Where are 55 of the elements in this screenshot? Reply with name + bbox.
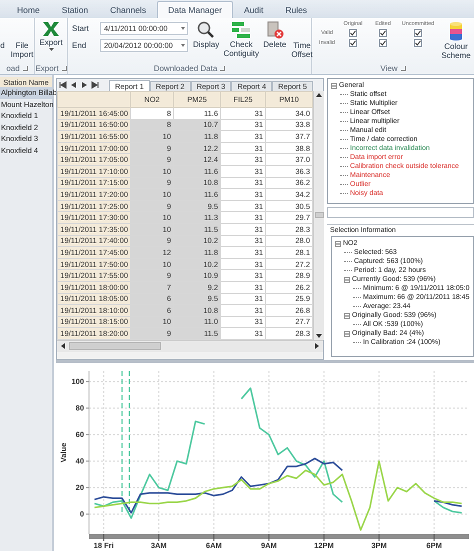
ribbon-button[interactable]: File Import xyxy=(11,21,33,59)
ribbon-tab[interactable]: Audit xyxy=(232,1,274,18)
ribbon-tab[interactable]: Station xyxy=(50,1,100,18)
expander-icon[interactable] xyxy=(335,240,341,246)
bars-icon xyxy=(231,21,252,39)
group-label: Export xyxy=(35,64,59,73)
ribbon-button[interactable]: d xyxy=(0,21,5,50)
group-label: Downloaded Data xyxy=(154,64,218,73)
group-label: View xyxy=(380,64,398,73)
expander-icon[interactable] xyxy=(220,66,226,71)
magnifier-icon xyxy=(197,21,216,39)
expander-icon[interactable] xyxy=(344,312,350,318)
ribbon-button[interactable]: Delete xyxy=(263,21,286,49)
scroll-down-icon[interactable] xyxy=(315,332,323,340)
ribbon-tab[interactable]: Rules xyxy=(274,1,318,18)
checkbox[interactable] xyxy=(349,39,357,47)
field-label: End xyxy=(72,41,88,50)
ribbon-tab[interactable]: Home xyxy=(6,1,51,18)
scroll-thumb[interactable] xyxy=(314,212,324,218)
expander-icon[interactable] xyxy=(62,66,67,71)
scrollbar[interactable] xyxy=(313,91,324,340)
ribbon-button[interactable]: Time Offset xyxy=(291,21,313,59)
spreadsheet-icon xyxy=(42,21,60,37)
ribbon-tab[interactable]: Channels xyxy=(99,1,158,18)
checkbox[interactable] xyxy=(379,29,387,37)
scroll-thumb[interactable] xyxy=(69,342,161,350)
scrollbar[interactable] xyxy=(57,340,323,352)
color-stack-icon xyxy=(448,21,464,41)
checkbox[interactable] xyxy=(349,29,357,37)
filter-field[interactable] xyxy=(327,207,474,218)
expander-icon[interactable] xyxy=(331,82,337,88)
checkbox[interactable] xyxy=(414,39,422,47)
expander-icon[interactable] xyxy=(400,66,406,71)
next-icon[interactable] xyxy=(80,81,89,89)
previous-icon[interactable] xyxy=(69,81,78,89)
scroll-left-icon[interactable] xyxy=(59,342,67,350)
ribbon-button[interactable]: Colour Scheme xyxy=(441,21,471,60)
expander-icon[interactable] xyxy=(344,330,350,336)
ribbon-button[interactable]: Check Contiguity xyxy=(224,21,258,58)
checkbox[interactable] xyxy=(379,39,387,47)
last-icon[interactable] xyxy=(91,81,100,89)
expander-icon[interactable] xyxy=(344,276,350,282)
checkbox[interactable] xyxy=(414,29,422,37)
caret-icon[interactable] xyxy=(181,27,185,30)
ribbon-tab[interactable]: Data Manager xyxy=(157,1,233,18)
export-button[interactable]: Export xyxy=(39,21,63,51)
first-icon[interactable] xyxy=(58,81,67,89)
field-label: Start xyxy=(72,24,90,33)
ribbon-button[interactable]: Display xyxy=(193,21,220,49)
caret-icon xyxy=(48,48,54,51)
group-label: oad xyxy=(6,64,20,73)
caret-icon[interactable] xyxy=(181,44,185,47)
expander-icon[interactable] xyxy=(22,66,28,71)
delete-icon xyxy=(266,21,284,39)
scroll-right-icon[interactable] xyxy=(313,342,321,350)
